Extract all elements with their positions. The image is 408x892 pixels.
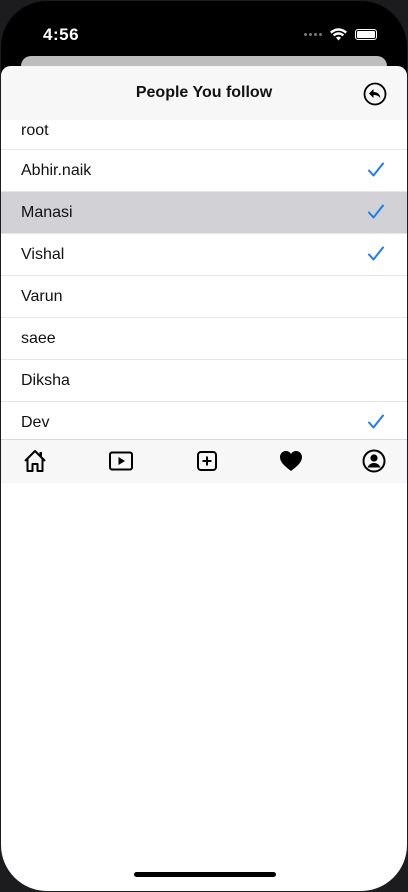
page-title: People You follow [135,84,273,101]
list-item[interactable]: Varun [1,276,407,318]
people-list: root Abhir.naik Manasi Vishal Varun saee Diksh… [1,120,407,444]
wifi-icon [330,28,347,41]
person-name: saee [21,330,56,347]
battery-icon [355,29,377,40]
list-item[interactable]: root [1,120,407,150]
tab-bar [1,439,407,483]
status-icons [304,28,377,41]
heart-icon[interactable] [278,448,304,474]
screen: 4:56 People You follow root Abhir.naik M… [1,1,407,891]
phone-frame: 4:56 People You follow root Abhir.naik M… [0,0,408,892]
notch [104,1,302,42]
play-video-icon[interactable] [108,448,134,474]
checkmark-icon [368,162,384,177]
person-name: Varun [21,288,63,305]
checkmark-icon [368,246,384,261]
profile-icon[interactable] [361,448,387,474]
list-item[interactable]: Manasi [1,192,407,234]
person-name: root [21,122,49,139]
status-time: 4:56 [43,25,80,44]
person-name: Abhir.naik [21,162,92,179]
list-item[interactable]: Diksha [1,360,407,402]
home-icon[interactable] [22,448,48,474]
list-item[interactable]: Abhir.naik [1,150,407,192]
person-name: Diksha [21,372,70,389]
checkmark-icon [368,204,384,219]
checkmark-icon [368,414,384,429]
status-bar: 4:56 [1,1,407,61]
list-item[interactable]: Vishal [1,234,407,276]
cellular-signal-icon [304,33,322,36]
navigation-bar: People You follow [1,66,407,121]
person-name: Vishal [21,246,65,263]
home-indicator [134,872,276,877]
following-sheet: People You follow root Abhir.naik Manasi Vi… [1,66,407,891]
list-item[interactable]: saee [1,318,407,360]
person-name: Dev [21,414,50,431]
back-arrow-icon[interactable] [363,82,387,106]
list-item[interactable]: Dev [1,402,407,444]
person-name: Manasi [21,204,73,221]
add-post-icon[interactable] [194,448,220,474]
